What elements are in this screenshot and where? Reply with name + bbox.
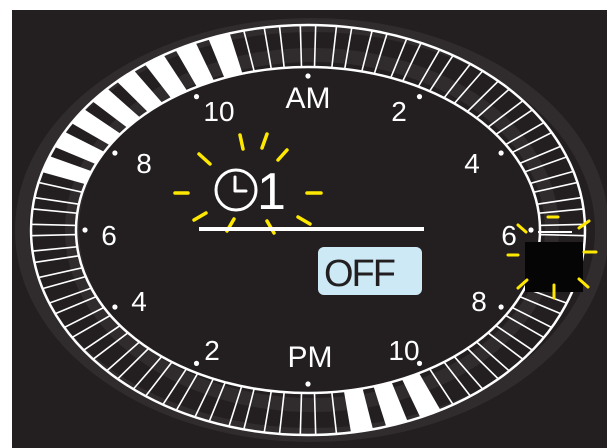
hour-dot [193,94,200,100]
hour-label-2-pm: 2 [204,335,220,366]
hour-label-10-am: 10 [203,96,234,127]
hour-dot [498,150,504,156]
hour-label-6-left: 6 [101,220,117,251]
off-badge: OFF [318,247,422,295]
hour-label-2-am: 2 [391,96,407,127]
hour-dot [112,304,118,310]
hour-label-4-pm: 4 [131,286,147,317]
hour-dot [416,94,423,100]
pm-label: PM [288,341,333,374]
timer-program-number: 1 [257,163,286,221]
hour-label-4-am: 4 [464,148,480,179]
off-label: OFF [324,253,395,295]
program-timer-indicator: 1 [173,132,424,235]
hour-dot [112,150,118,156]
hour-label-6-right: 6 [501,220,517,251]
blink-rays-icon [173,132,323,235]
am-label: AM [286,82,331,115]
hour-dot [193,360,200,366]
hour-dot [498,304,504,310]
hour-dot [305,73,311,79]
hour-dot [82,227,88,233]
hour-dot [528,227,534,233]
hour-label-8-am: 8 [136,148,152,179]
hour-dot [305,381,311,387]
timer-display: 10 AM 2 8 4 6 6 4 8 2 PM 10 1 OFF [15,18,607,442]
clock-icon [214,168,258,212]
timer-lcd-panel: 10 AM 2 8 4 6 6 4 8 2 PM 10 1 OFF [12,10,607,448]
hour-label-10-pm: 10 [388,335,419,366]
hour-label-8-pm: 8 [471,286,487,317]
